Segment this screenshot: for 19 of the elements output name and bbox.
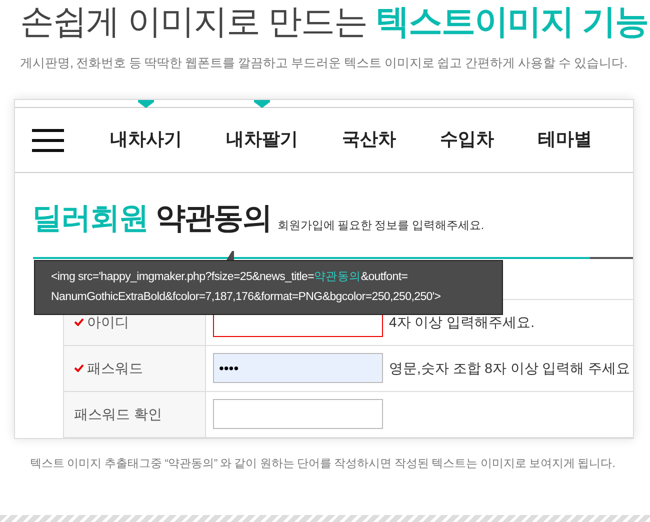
field-label: 패스워드 확인 xyxy=(74,404,162,424)
menu-icon[interactable] xyxy=(32,128,64,152)
section-note: 회원가입에 필요한 정보를 입력해주세요. xyxy=(277,218,484,234)
subtitle: 게시판명, 전화번호 등 딱딱한 웹폰트를 깔끔하고 부드러운 텍스트 이미지로 쉽고 간편하게 사용할 수 있습니다. xyxy=(20,55,628,72)
field-hint: 4자 이상 입력해주세요. xyxy=(389,312,534,332)
nav-link[interactable]: 내차팔기 xyxy=(226,129,298,150)
input-field[interactable]: •••• xyxy=(213,353,383,384)
field-label: 아이디 xyxy=(87,312,129,332)
nav-link[interactable]: 국산차 xyxy=(342,129,396,150)
input-field[interactable] xyxy=(213,399,383,430)
section-title: 딜러회원 약관동의 xyxy=(32,200,272,237)
tooltip-text: <img src='happy_imgmaker.php?fsize=25&news_title=약관동의&outfont= NanumGothicExtraBold&fcolor=7,187,176&format=PNG&bgcolor=250,250,250'> xyxy=(51,270,442,305)
caption: 텍스트 이미지 추출태그중 “약관동의” 와 같이 원하는 단어를 작성하시면 작성된 텍스트는 이미지로 보여지게 됩니다. xyxy=(30,456,616,472)
nav-link[interactable]: 수입차 xyxy=(440,129,494,150)
nav-link[interactable]: 내차사기 xyxy=(110,129,182,150)
field-hint: 영문,숫자 조합 8자 이상 입력해 주세요 xyxy=(389,358,630,378)
nav-link[interactable]: 테마별 xyxy=(538,129,592,150)
page-heading: 손쉽게 이미지로 만드는 텍스트이미지 기능 xyxy=(20,2,649,42)
field-label: 패스워드 xyxy=(87,358,143,378)
